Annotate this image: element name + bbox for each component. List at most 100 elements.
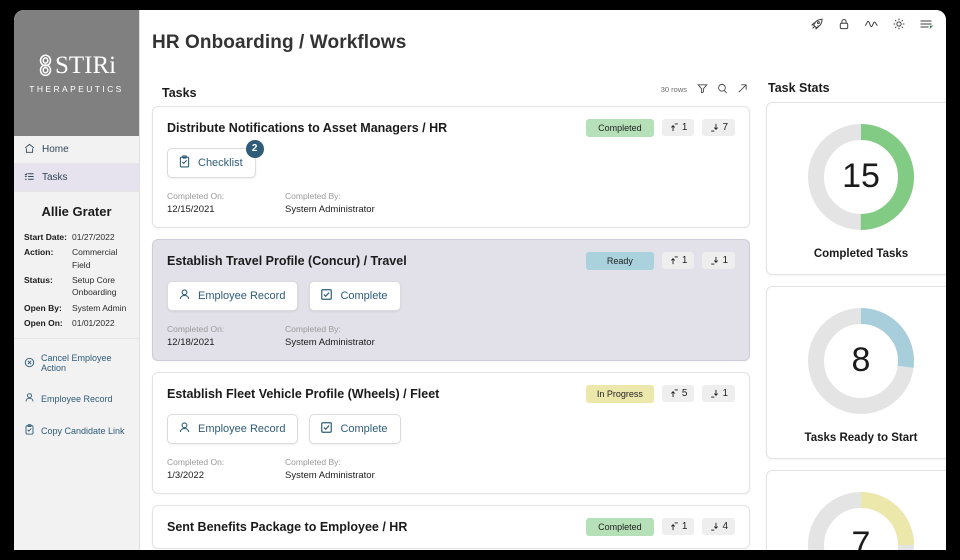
employee-record-button-label: Employee Record (198, 422, 286, 435)
stat-label: Tasks Ready to Start (804, 431, 918, 444)
employee-summary: Allie Grater Start Date: 01/27/2022 Acti… (14, 192, 139, 340)
complete-button[interactable]: Complete (309, 280, 401, 311)
employee-record-label: Employee Record (41, 393, 113, 404)
field-value: 01/27/2022 (72, 232, 115, 242)
stat-label: Completed Tasks (813, 247, 909, 260)
completed-by-value: System Administrator (285, 336, 375, 348)
donut-chart: 7 (803, 487, 919, 550)
task-card-meta: Completed On: 12/15/2021 Completed By: S… (167, 191, 735, 215)
field-value: Setup Core Onboarding (72, 274, 117, 298)
app-window: STIRi THERAPEUTICS Home Tasks Allie Grat… (14, 10, 946, 550)
cancel-employee-action-label: Cancel Employee Action (41, 353, 112, 374)
brand-tagline: THERAPEUTICS (29, 83, 124, 94)
successor-count[interactable]: 1 (702, 385, 735, 403)
tasks-panel-tools: 30 rows (661, 81, 748, 100)
task-card[interactable]: Distribute Notifications to Asset Manage… (152, 105, 750, 228)
completed-on-label: Completed On: (167, 323, 225, 334)
sidebar-item-home[interactable]: Home (14, 136, 139, 164)
clipboard-check-icon (24, 424, 35, 437)
filter-funnel-icon[interactable] (697, 81, 708, 99)
completed-on-label: Completed On: (167, 190, 225, 201)
completed-by-label: Completed By: (285, 190, 341, 201)
person-icon (178, 421, 191, 437)
employee-field-open-on: Open On: 01/01/2022 (24, 317, 129, 329)
donut-chart: 15 (803, 119, 919, 235)
completed-on-block: Completed On: 12/15/2021 (167, 191, 285, 215)
tasks-panel: Tasks 30 rows Distribute Notifications t… (152, 81, 750, 550)
sidebar: STIRi THERAPEUTICS Home Tasks Allie Grat… (14, 10, 140, 550)
completed-on-block: Completed On: 12/18/2021 (167, 324, 285, 348)
predecessor-count[interactable]: 1 (661, 119, 695, 137)
cancel-employee-action-button[interactable]: Cancel Employee Action (24, 353, 129, 373)
employee-field-open-by: Open By: System Admin (24, 302, 129, 314)
predecessor-value: 1 (681, 255, 688, 267)
employee-field-action: Action: Commercial Field (24, 246, 129, 271)
complete-button[interactable]: Complete (309, 413, 401, 444)
task-card[interactable]: Establish Fleet Vehicle Profile (Wheels)… (152, 371, 750, 494)
completed-on-label: Completed On: (167, 456, 225, 467)
main-content: HR Onboarding / Workflows Tasks 30 rows (140, 10, 946, 550)
copy-candidate-link-button[interactable]: Copy Candidate Link (24, 424, 129, 437)
predecessor-count[interactable]: 1 (661, 518, 695, 536)
brand-wordmark: STIRi (54, 51, 117, 79)
field-label: Start Date: (24, 232, 67, 242)
stat-card-third: 7 (766, 469, 946, 550)
sidebar-item-tasks-label: Tasks (42, 172, 68, 183)
copy-candidate-link-label: Copy Candidate Link (41, 425, 125, 436)
home-icon (24, 143, 35, 157)
task-card[interactable]: Sent Benefits Package to Employee / HR C… (152, 504, 750, 549)
status-badge: In Progress (585, 384, 654, 403)
predecessor-count[interactable]: 5 (661, 385, 695, 403)
predecessor-count[interactable]: 1 (661, 252, 695, 270)
successor-count[interactable]: 1 (702, 252, 735, 270)
employee-name: Allie Grater (41, 204, 112, 219)
status-badge: Completed (585, 517, 654, 536)
completed-on-value: 1/3/2022 (167, 469, 204, 481)
checkbox-check-icon (320, 288, 333, 304)
sidebar-actions: Cancel Employee Action Employee Record C… (14, 339, 139, 456)
successor-count[interactable]: 7 (702, 119, 735, 137)
task-card[interactable]: Establish Travel Profile (Concur) / Trav… (152, 238, 750, 361)
checkbox-check-icon (320, 421, 333, 437)
employee-field-start-date: Start Date: 01/27/2022 (24, 231, 129, 243)
employee-field-status: Status: Setup Core Onboarding (24, 274, 129, 299)
task-card-actions: Checklist 2 (167, 139, 735, 178)
rows-count-label: 30 rows (660, 85, 687, 95)
task-card-header: Establish Fleet Vehicle Profile (Wheels)… (167, 384, 735, 403)
employee-record-button-label: Employee Record (198, 289, 286, 302)
task-stats-panel: Task Stats 15 Completed Tasks 8 Tasks Re… (766, 81, 946, 550)
task-card-meta: Completed On: 12/18/2021 Completed By: S… (167, 324, 735, 348)
field-label: Action: (24, 247, 54, 258)
field-label: Open By: (24, 302, 62, 313)
task-card-header: Sent Benefits Package to Employee / HR C… (167, 517, 735, 536)
field-value: 01/01/2022 (72, 317, 115, 328)
task-card-actions: Employee Record Complete (167, 280, 735, 311)
sidebar-item-home-label: Home (42, 144, 69, 155)
completed-by-block: Completed By: System Administrator (285, 191, 375, 215)
task-title: Establish Travel Profile (Concur) / Trav… (167, 253, 407, 268)
successor-value: 1 (722, 255, 728, 267)
stat-card-completed-tasks: 15 Completed Tasks (766, 101, 946, 275)
employee-record-button[interactable]: Employee Record (167, 413, 299, 444)
spiral-fingerprint-icon (37, 54, 54, 77)
employee-record-button[interactable]: Employee Record (167, 280, 299, 311)
sidebar-item-tasks[interactable]: Tasks (14, 164, 139, 192)
employee-record-link[interactable]: Employee Record (24, 392, 129, 405)
completed-by-label: Completed By: (285, 323, 341, 334)
stat-card-tasks-ready: 8 Tasks Ready to Start (766, 285, 946, 459)
checklist-button[interactable]: Checklist 2 (167, 139, 264, 178)
complete-button-label: Complete (340, 422, 388, 435)
expand-arrow-icon[interactable] (737, 81, 748, 99)
status-badge: Completed (585, 118, 654, 137)
search-icon[interactable] (717, 81, 728, 99)
checklist-count-badge: 2 (245, 139, 264, 158)
task-title: Distribute Notifications to Asset Manage… (167, 120, 448, 135)
task-title: Establish Fleet Vehicle Profile (Wheels)… (167, 386, 440, 401)
successor-count[interactable]: 4 (702, 518, 735, 536)
completed-on-block: Completed On: 1/3/2022 (167, 457, 285, 481)
task-list: Distribute Notifications to Asset Manage… (152, 105, 750, 549)
tasks-panel-header: Tasks 30 rows (152, 81, 750, 106)
predecessor-value: 5 (681, 388, 688, 400)
checklist-button-label: Checklist (198, 156, 243, 169)
field-label: Open On: (24, 317, 63, 328)
